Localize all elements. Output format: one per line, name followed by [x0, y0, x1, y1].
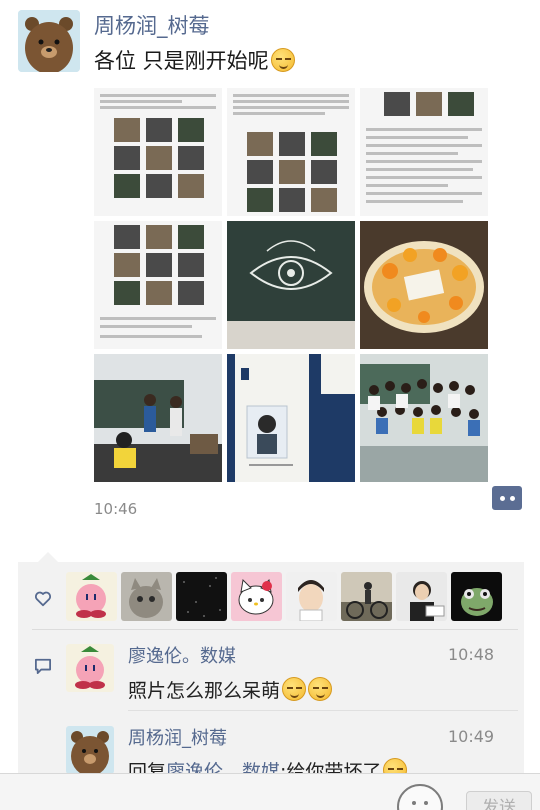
post-author-name[interactable]: 周杨润_树莓	[94, 10, 210, 40]
heart-icon	[34, 591, 52, 607]
author-avatar[interactable]	[18, 10, 80, 72]
comment-1-author[interactable]: 廖逸伦。数媒	[128, 642, 236, 668]
photo-screenshot-1[interactable]	[94, 88, 222, 216]
smirk-emoji-icon	[308, 677, 333, 701]
more-options-button[interactable]	[492, 486, 522, 510]
comment-1-text: 照片怎么那么呆萌	[128, 676, 333, 703]
photo-screenshot-2[interactable]	[227, 88, 355, 216]
post-text: 各位 只是刚开始呢	[94, 45, 295, 75]
avatar-cyclist[interactable]	[341, 572, 392, 621]
comment-icon	[35, 658, 51, 674]
post-time: 10:46	[94, 500, 138, 518]
comment-2-author[interactable]: 周杨润_树莓	[128, 724, 227, 750]
photo-fruit-cake[interactable]	[360, 221, 488, 349]
photo-id-card[interactable]	[227, 354, 355, 482]
photo-screenshot-4[interactable]	[94, 221, 222, 349]
likes-divider	[32, 629, 518, 630]
photo-screenshot-3[interactable]	[360, 88, 488, 216]
smirk-emoji-icon	[282, 677, 307, 701]
comment-divider	[128, 710, 518, 711]
comment-1-avatar[interactable]	[66, 644, 114, 692]
comment-2-avatar[interactable]	[66, 726, 114, 774]
emoji-picker-icon[interactable]	[397, 784, 443, 810]
post-text-content: 各位 只是刚开始呢	[94, 49, 269, 73]
photo-group[interactable]	[360, 354, 488, 482]
photo-grid	[94, 88, 490, 482]
avatar-hello-kitty[interactable]	[231, 572, 282, 621]
comment-input-bar: 发送	[0, 773, 540, 810]
photo-blackboard-drawing[interactable]	[227, 221, 355, 349]
smirk-emoji-icon	[270, 48, 295, 72]
send-button[interactable]: 发送	[466, 791, 532, 810]
comment-1-time: 10:48	[448, 645, 495, 664]
avatar-person[interactable]	[396, 572, 447, 621]
avatar-kirby[interactable]	[66, 572, 117, 621]
avatar-frog[interactable]	[451, 572, 502, 621]
likers-list	[66, 572, 502, 622]
avatar-cat[interactable]	[121, 572, 172, 621]
comment-2-time: 10:49	[448, 727, 495, 746]
comment-1-text-content: 照片怎么那么呆萌	[128, 680, 281, 702]
avatar-dark[interactable]	[176, 572, 227, 621]
photo-classroom[interactable]	[94, 354, 222, 482]
avatar-boy[interactable]	[286, 572, 337, 621]
